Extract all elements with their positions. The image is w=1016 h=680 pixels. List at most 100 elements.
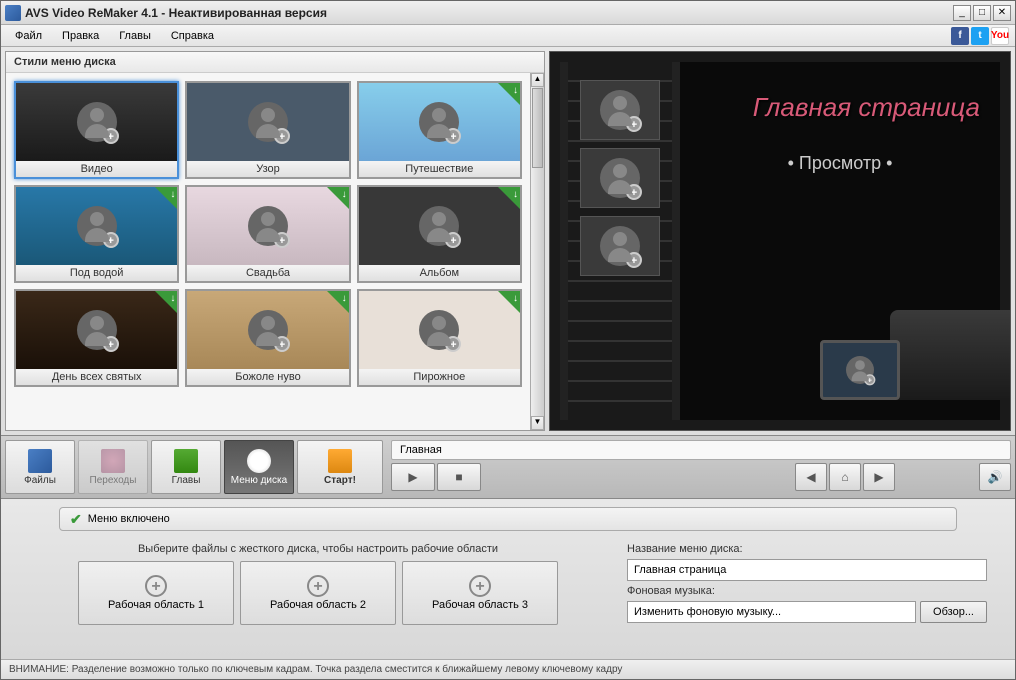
menu-chapters[interactable]: Главы — [111, 28, 159, 44]
twitter-icon[interactable]: t — [971, 27, 989, 45]
person-placeholder-icon: + — [77, 102, 117, 142]
download-badge-icon — [498, 291, 520, 313]
person-placeholder-icon: + — [77, 310, 117, 350]
workspaces-area: Выберите файлы с жесткого диска, чтобы н… — [29, 543, 607, 647]
plus-icon: + — [145, 575, 167, 597]
menu-enabled-bar[interactable]: ✔ Меню включено — [59, 507, 957, 531]
styles-panel-header: Стили меню диска — [6, 52, 544, 73]
style-label: Альбом — [359, 265, 520, 281]
bg-music-input[interactable] — [627, 601, 916, 623]
chapters-label: Главы — [172, 475, 201, 486]
scroll-thumb[interactable] — [532, 88, 543, 168]
stop-button[interactable]: ■ — [437, 463, 481, 491]
browse-button[interactable]: Обзор... — [920, 601, 987, 623]
camcorder-decoration: + — [820, 290, 1011, 430]
menu-title-label: Название меню диска: — [627, 543, 987, 555]
workspaces-hint: Выберите файлы с жесткого диска, чтобы н… — [29, 543, 607, 555]
start-icon — [328, 449, 352, 473]
titlebar: AVS Video ReMaker 4.1 - Неактивированная… — [1, 1, 1015, 25]
scroll-down-button[interactable]: ▼ — [531, 416, 544, 430]
style-label: Под водой — [16, 265, 177, 281]
style-label: Видео — [16, 161, 177, 177]
bg-music-label: Фоновая музыка: — [627, 585, 987, 597]
files-label: Файлы — [24, 475, 56, 486]
style-item-cake[interactable]: +Пирожное — [357, 289, 522, 387]
style-thumb: + — [16, 187, 177, 265]
download-badge-icon — [155, 291, 177, 313]
style-item-travel[interactable]: +Путешествие — [357, 81, 522, 179]
files-icon — [28, 449, 52, 473]
download-badge-icon — [155, 187, 177, 209]
preview-view-link[interactable]: • Просмотр • — [700, 153, 980, 174]
style-item-halloween[interactable]: + День всех святых — [14, 289, 179, 387]
style-item-wedding[interactable]: + Свадьба — [185, 185, 350, 283]
style-item-pattern[interactable]: +Узор — [185, 81, 350, 179]
start-button[interactable]: Старт! — [297, 440, 383, 494]
prev-button[interactable]: ◀ — [795, 463, 827, 491]
workspace-1[interactable]: + Рабочая область 1 — [78, 561, 234, 625]
workspace-label: Рабочая область 2 — [270, 599, 366, 611]
preview-title: Главная страница — [700, 92, 980, 123]
home-button[interactable]: ⌂ — [829, 463, 861, 491]
person-placeholder-icon: + — [248, 206, 288, 246]
window-title: AVS Video ReMaker 4.1 - Неактивированная… — [25, 6, 327, 20]
breadcrumb[interactable]: Главная — [391, 440, 1011, 460]
person-placeholder-icon: + — [600, 226, 640, 266]
transitions-button: Переходы — [78, 440, 148, 494]
style-item-beaujolais[interactable]: + Божоле нуво — [185, 289, 350, 387]
download-badge-icon — [498, 83, 520, 105]
youtube-icon[interactable]: You — [991, 27, 1009, 45]
bottom-panel: ✔ Меню включено Выберите файлы с жестког… — [1, 499, 1015, 659]
style-item-underwater[interactable]: + Под водой — [14, 185, 179, 283]
volume-button[interactable]: 🔊 — [979, 463, 1011, 491]
close-button[interactable]: ✕ — [993, 5, 1011, 21]
chapters-button[interactable]: Главы — [151, 440, 221, 494]
style-thumb: + — [16, 83, 177, 161]
files-button[interactable]: Файлы — [5, 440, 75, 494]
workspace-label: Рабочая область 1 — [108, 599, 204, 611]
person-placeholder-icon: + — [846, 356, 874, 384]
style-label: Путешествие — [359, 161, 520, 177]
menu-edit[interactable]: Правка — [54, 28, 107, 44]
film-strip: + + + — [560, 62, 680, 420]
style-label: Свадьба — [187, 265, 348, 281]
person-placeholder-icon: + — [419, 206, 459, 246]
download-badge-icon — [327, 291, 349, 313]
style-label: День всех святых — [16, 369, 177, 385]
style-item-album[interactable]: + Альбом — [357, 185, 522, 283]
breadcrumb-root: Главная — [400, 444, 442, 456]
download-badge-icon — [498, 187, 520, 209]
workspace-2[interactable]: + Рабочая область 2 — [240, 561, 396, 625]
preview-panel: + + + Главная страница • Просмотр • + — [549, 51, 1011, 431]
download-badge-icon — [327, 187, 349, 209]
play-button[interactable]: ▶ — [391, 463, 435, 491]
status-text: ВНИМАНИЕ: Разделение возможно только по … — [9, 664, 622, 675]
main-toolbar: Файлы Переходы Главы Меню диска Старт! Г… — [1, 435, 1015, 499]
person-placeholder-icon: + — [77, 206, 117, 246]
person-placeholder-icon: + — [248, 310, 288, 350]
scroll-up-button[interactable]: ▲ — [531, 73, 544, 87]
disc-menu-label: Меню диска — [231, 475, 287, 486]
style-thumb: + — [16, 291, 177, 369]
style-label: Божоле нуво — [187, 369, 348, 385]
menu-title-input[interactable] — [627, 559, 987, 581]
menubar: Файл Правка Главы Справка f t You — [1, 25, 1015, 47]
plus-icon: + — [307, 575, 329, 597]
person-placeholder-icon: + — [248, 102, 288, 142]
style-thumb: + — [187, 83, 348, 161]
styles-scrollbar[interactable]: ▲ ▼ — [530, 73, 544, 430]
next-button[interactable]: ▶ — [863, 463, 895, 491]
maximize-button[interactable]: □ — [973, 5, 991, 21]
app-window: AVS Video ReMaker 4.1 - Неактивированная… — [0, 0, 1016, 680]
menu-file[interactable]: Файл — [7, 28, 50, 44]
disc-menu-styles-panel: Стили меню диска +Видео+Узор+Путешествие… — [5, 51, 545, 431]
style-item-video[interactable]: + Видео — [14, 81, 179, 179]
menu-help[interactable]: Справка — [163, 28, 222, 44]
workspace-3[interactable]: +Рабочая область 3 — [402, 561, 558, 625]
app-icon — [5, 5, 21, 21]
disc-menu-settings: Название меню диска: Фоновая музыка: Обз… — [627, 543, 987, 647]
minimize-button[interactable]: _ — [953, 5, 971, 21]
menu-enabled-label: Меню включено — [88, 513, 170, 525]
facebook-icon[interactable]: f — [951, 27, 969, 45]
disc-menu-button[interactable]: Меню диска — [224, 440, 294, 494]
